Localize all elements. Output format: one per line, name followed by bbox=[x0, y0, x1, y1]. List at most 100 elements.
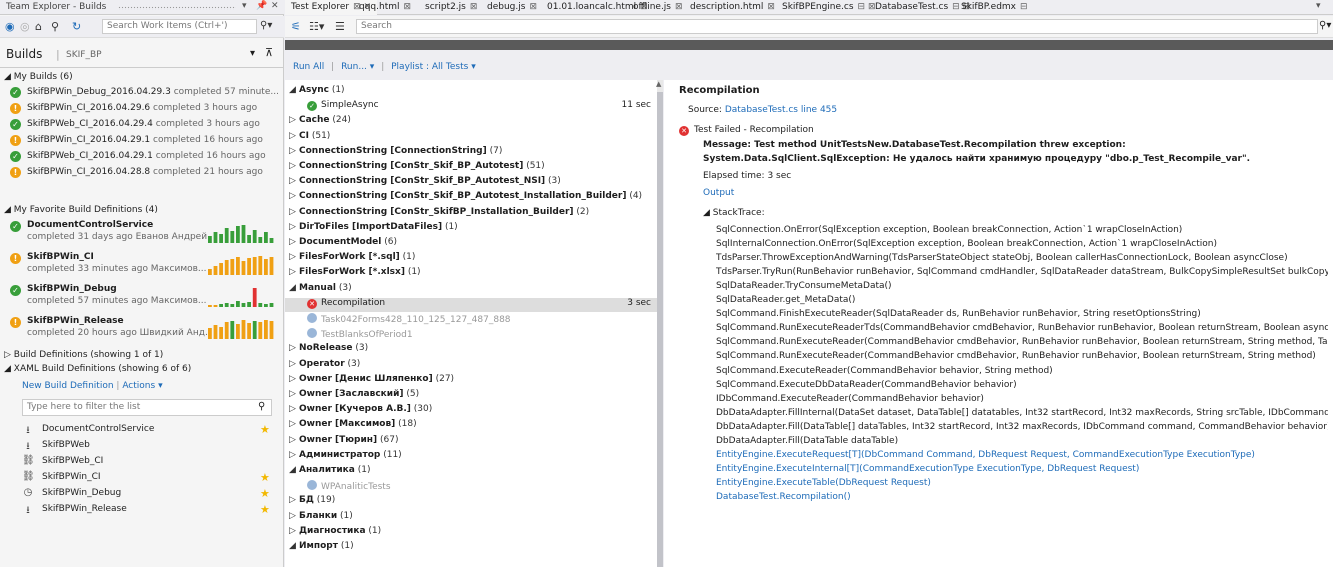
test-group[interactable]: ▷ Owner [Денис Шляпенко] (27) bbox=[289, 374, 657, 388]
build-name[interactable]: SkifBPWeb_CI_2016.04.29.1 bbox=[27, 151, 153, 161]
build-history-bar[interactable] bbox=[252, 288, 257, 307]
favorite-star-icon[interactable]: ★ bbox=[260, 487, 270, 500]
expand-icon[interactable]: ▷ bbox=[289, 526, 299, 536]
test-group[interactable]: ▷ Бланки (1) bbox=[289, 511, 657, 525]
expand-icon[interactable]: ▷ bbox=[289, 252, 299, 262]
group-by-icon[interactable]: ⚟ bbox=[291, 20, 301, 33]
build-history-bar[interactable] bbox=[252, 257, 257, 275]
build-history-chart[interactable] bbox=[208, 222, 278, 244]
build-history-bar[interactable] bbox=[264, 304, 268, 307]
test-group[interactable]: ▷ Диагностика (1) bbox=[289, 526, 657, 540]
expand-icon[interactable]: ▷ bbox=[289, 359, 299, 369]
build-history-bar[interactable] bbox=[241, 303, 246, 307]
tab-script2-js[interactable]: script2.js ⊠ bbox=[419, 0, 483, 15]
build-history-bar[interactable] bbox=[264, 232, 268, 243]
build-history-bar[interactable] bbox=[213, 305, 218, 307]
expand-icon[interactable]: ▷ bbox=[289, 343, 299, 353]
build-name[interactable]: SkifBPWeb_CI_2016.04.29.4 bbox=[27, 119, 153, 129]
build-history-bar[interactable] bbox=[269, 303, 274, 307]
favorite-name[interactable]: DocumentControlService bbox=[27, 220, 153, 230]
tab-pin-icon[interactable]: ⊠ bbox=[529, 2, 537, 12]
collapse-icon[interactable]: ◢ bbox=[4, 205, 11, 215]
build-name[interactable]: SkifBPWin_CI_2016.04.29.1 bbox=[27, 135, 150, 145]
run-dropdown-icon[interactable]: ▾ bbox=[370, 62, 375, 72]
test-group[interactable]: ▷ Администратор (11) bbox=[289, 450, 657, 464]
forward-icon[interactable]: ◎ bbox=[20, 20, 30, 33]
build-history-bar[interactable] bbox=[252, 230, 257, 243]
favorite-name[interactable]: SkifBPWin_Release bbox=[27, 316, 124, 326]
build-history-bar[interactable] bbox=[224, 322, 229, 339]
collapse-icon[interactable]: ◢ bbox=[4, 72, 11, 82]
xaml-build-definitions-section[interactable]: ◢ XAML Build Definitions (showing 6 of 6… bbox=[4, 364, 191, 374]
tab-skifbpengine-cs[interactable]: SkifBPEngine.cs ⊟ ⊠ bbox=[776, 0, 882, 15]
build-name[interactable]: SkifBPWin_Debug_2016.04.29.3 bbox=[27, 87, 171, 97]
build-history-bar[interactable] bbox=[269, 257, 274, 275]
definition-name[interactable]: SkifBPWeb_CI bbox=[42, 456, 103, 466]
expand-icon[interactable]: ▷ bbox=[289, 374, 299, 384]
source-link[interactable]: DatabaseTest.cs line 455 bbox=[725, 105, 837, 115]
favorite-definition[interactable]: ! SkifBPWin_Release completed 20 hours ago… bbox=[10, 316, 280, 344]
collapse-icon[interactable]: ◢ bbox=[289, 283, 299, 293]
test-group[interactable]: ◢ Manual (3) bbox=[289, 283, 657, 297]
tab-qqq-html[interactable]: qqq.html ⊠ bbox=[353, 0, 417, 15]
favorite-definition[interactable]: ! SkifBPWin_CI completed 33 minutes ago Ма… bbox=[10, 252, 280, 280]
search-icon[interactable]: ⚲▾ bbox=[260, 20, 272, 31]
expand-icon[interactable]: ▷ bbox=[289, 267, 299, 277]
favorite-name[interactable]: SkifBPWin_Debug bbox=[27, 284, 117, 294]
test-group[interactable]: ▷ Owner [Тюрин] (67) bbox=[289, 435, 657, 449]
test-group[interactable]: ◢ Async (1) bbox=[289, 85, 657, 99]
build-history-chart[interactable] bbox=[208, 254, 278, 276]
test-group[interactable]: ▷ ConnectionString [ConStr_Skif_BP_Autote… bbox=[289, 191, 657, 205]
collapse-icon[interactable]: ◢ bbox=[289, 85, 299, 95]
build-history-bar[interactable] bbox=[258, 303, 263, 307]
test-group[interactable]: ▷ Owner [Заславский] (5) bbox=[289, 389, 657, 403]
home-icon[interactable]: ⌂ bbox=[35, 20, 42, 33]
build-history-bar[interactable] bbox=[269, 238, 274, 243]
test-tree-scrollbar[interactable]: ▲ bbox=[656, 80, 663, 567]
build-name[interactable]: SkifBPWin_CI_2016.04.29.6 bbox=[27, 103, 150, 113]
team-project-name[interactable]: SKIF_BP bbox=[66, 50, 102, 60]
build-history-bar[interactable] bbox=[241, 225, 246, 243]
expand-icon[interactable]: ▷ bbox=[289, 511, 299, 521]
test-case[interactable]: TestBlanksOfPeriod1 bbox=[289, 328, 657, 342]
test-case[interactable]: Task042Forms428_110_125_127_487_888 bbox=[289, 313, 657, 327]
list-view-icon[interactable]: ☷▾ bbox=[309, 20, 324, 33]
build-history-bar[interactable] bbox=[258, 322, 263, 339]
expand-icon[interactable]: ▷ bbox=[289, 495, 299, 505]
build-history-chart[interactable] bbox=[208, 318, 278, 340]
run-all-button[interactable]: Run All bbox=[293, 62, 324, 72]
expand-icon[interactable]: ▷ bbox=[289, 419, 299, 429]
favorite-name[interactable]: SkifBPWin_CI bbox=[27, 252, 94, 262]
build-history-bar[interactable] bbox=[247, 302, 251, 307]
test-group[interactable]: ▷ Operator (3) bbox=[289, 359, 657, 373]
build-history-bar[interactable] bbox=[258, 237, 263, 243]
my-builds-section[interactable]: ◢ My Builds (6) bbox=[4, 72, 73, 82]
test-group[interactable]: ◢ Импорт (1) bbox=[289, 541, 657, 555]
build-history-bar[interactable] bbox=[258, 256, 263, 275]
project-dropdown-icon[interactable]: ▾ bbox=[250, 48, 255, 59]
expand-icon[interactable]: ▷ bbox=[289, 176, 299, 186]
tab-pin-icon[interactable]: ⊟ bbox=[1020, 2, 1028, 12]
test-group[interactable]: ▷ ConnectionString [ConStr_SkifBP_Install… bbox=[289, 207, 657, 221]
build-history-bar[interactable] bbox=[247, 323, 251, 339]
dropdown-icon[interactable]: ▾ bbox=[242, 1, 247, 11]
test-group[interactable]: ▷ FilesForWork [*.xlsx] (1) bbox=[289, 267, 657, 281]
build-history-bar[interactable] bbox=[230, 231, 235, 243]
build-history-bar[interactable] bbox=[213, 266, 218, 275]
test-group[interactable]: ▷ БД (19) bbox=[289, 495, 657, 509]
tab-offline-js[interactable]: offline.js ⊠ bbox=[627, 0, 689, 15]
actions-link[interactable]: Actions bbox=[122, 381, 155, 391]
definition-row[interactable]: ⛓ SkifBPWeb_CI bbox=[22, 455, 272, 469]
tab-pin-icon[interactable]: ⊠ bbox=[675, 2, 683, 12]
definition-name[interactable]: SkifBPWin_Release bbox=[42, 504, 127, 514]
expand-icon[interactable]: ▷ bbox=[289, 450, 299, 460]
stack-frame[interactable]: EntityEngine.ExecuteTable(DbRequest Requ… bbox=[716, 478, 1328, 488]
tab-pin-icon[interactable]: ⊠ bbox=[404, 2, 412, 12]
build-history-bar[interactable] bbox=[236, 301, 240, 307]
definition-row[interactable]: ◷ SkifBPWin_Debug ★ bbox=[22, 487, 272, 501]
collapse-icon[interactable]: ◢ bbox=[703, 208, 710, 218]
build-history-bar[interactable] bbox=[247, 258, 251, 275]
test-group[interactable]: ▷ DirToFiles [ImportDataFiles] (1) bbox=[289, 222, 657, 236]
test-group[interactable]: ▷ ConnectionString [ConStr_Skif_BP_Autote… bbox=[289, 161, 657, 175]
tab-skifbp-edmx[interactable]: SkifBP.edmx ⊟ bbox=[955, 0, 1034, 15]
